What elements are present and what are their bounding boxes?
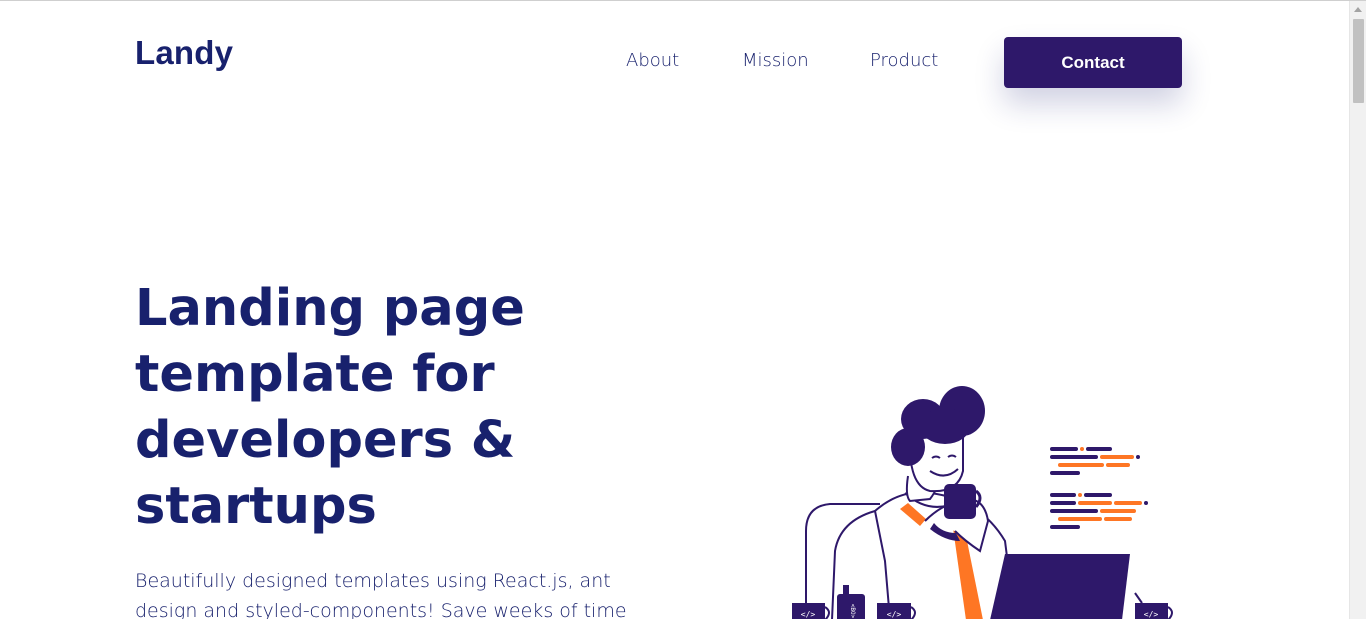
cup-code-label: </> [887,610,902,619]
cup-tag-label: <BO> [849,604,856,619]
nav-item-mission[interactable]: Mission [742,50,809,71]
hero-description: Beautifully designed templates using Rea… [135,570,627,619]
scroll-up-icon[interactable] [1354,7,1362,12]
contact-button[interactable]: Contact [1004,37,1182,88]
nav-item-about[interactable]: About [626,50,679,71]
logo[interactable]: Landy [135,34,233,72]
landing-page: Landy About Mission Product Contact Land… [0,1,1349,619]
hero-title: Landing page template for developers & s… [135,279,525,536]
developer-figure [805,386,1016,619]
browser-viewport: Landy About Mission Product Contact Land… [0,0,1366,619]
cup-code-label: </> [801,610,816,619]
code-lines-icon [1050,447,1148,529]
nav-item-product[interactable]: Product [870,50,938,71]
vertical-scrollbar[interactable] [1349,1,1366,619]
laptop-icon [990,554,1130,619]
scrollbar-thumb[interactable] [1353,19,1364,103]
developer-illustration: </> <BO> </> </> [792,386,1173,619]
cup-code-label: </> [1144,610,1159,619]
